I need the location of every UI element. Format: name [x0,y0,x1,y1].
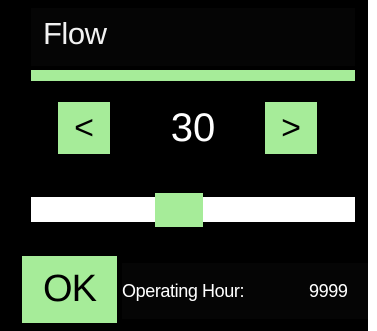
page-title: Flow [43,16,107,51]
flow-value: 30 [170,106,216,150]
increase-button[interactable]: > [265,102,317,154]
operating-hour-value: 9999 [309,281,348,301]
operating-hour-label: Operating Hour: [122,281,245,301]
flow-slider-thumb[interactable] [155,193,203,227]
operating-hours: Operating Hour: 9999 [122,263,368,319]
title-divider [31,70,355,81]
flow-screen: Flow < 30 > OK Operating Hour: 9999 [0,0,368,331]
decrease-button[interactable]: < [58,102,110,154]
title-bar: Flow [31,8,355,66]
ok-button[interactable]: OK [22,256,117,323]
